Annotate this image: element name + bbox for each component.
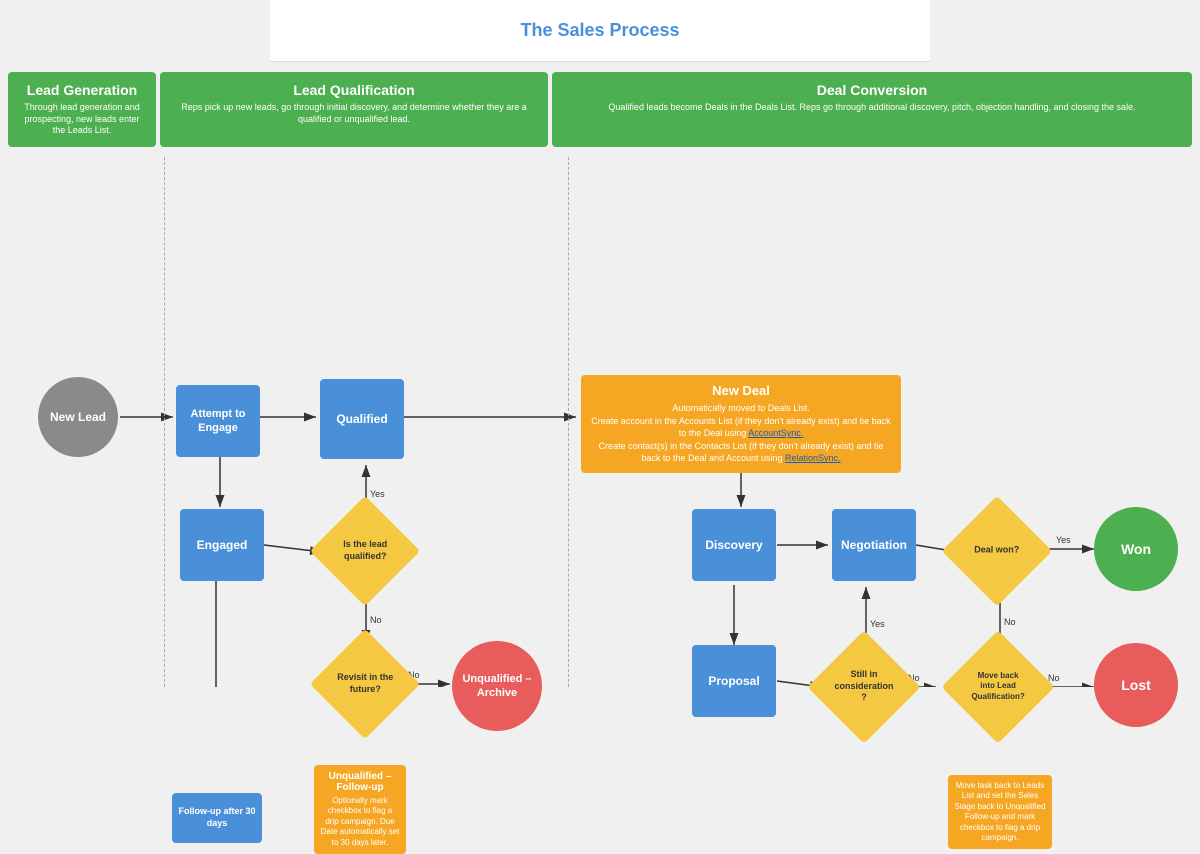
qualified-node: Qualified (320, 379, 404, 459)
new-deal-desc: Automatically moved to Deals List. Creat… (589, 402, 893, 465)
unqualified-followup-node: Unqualified – Follow-up Optionally mark … (314, 765, 406, 854)
move-back-diamond-node: Move backinto LeadQualification? (941, 630, 1054, 743)
phase-lead-gen-desc: Through lead generation and prospecting,… (20, 102, 144, 137)
svg-text:No: No (1004, 617, 1016, 627)
engaged-node: Engaged (180, 509, 264, 581)
svg-text:Yes: Yes (870, 619, 885, 629)
svg-text:Yes: Yes (1056, 535, 1071, 545)
new-lead-label: New Lead (50, 410, 106, 424)
phase-lead-qual-title: Lead Qualification (172, 82, 536, 98)
phase-sep-2 (568, 157, 569, 687)
qualified-diamond-node: Is the leadqualified? (310, 496, 420, 606)
new-lead-node: New Lead (38, 377, 118, 457)
revisit-label: Revisit in thefuture? (337, 672, 393, 695)
negotiation-node: Negotiation (832, 509, 916, 581)
negotiation-label: Negotiation (841, 538, 907, 552)
unqualified-followup-title: Unqualified – Follow-up (320, 771, 400, 793)
qualified-label: Qualified (336, 412, 387, 426)
proposal-node: Proposal (692, 645, 776, 717)
lost-node: Lost (1094, 643, 1178, 727)
new-deal-box: New Deal Automatically moved to Deals Li… (581, 375, 901, 473)
lost-label: Lost (1121, 677, 1151, 693)
attempt-engage-node: Attempt toEngage (176, 385, 260, 457)
consideration-label: Still inconsideration? (834, 670, 893, 705)
unqualified-followup-desc: Optionally mark checkbox to flag a drip … (320, 796, 400, 848)
svg-text:No: No (370, 615, 382, 625)
page-wrapper: The Sales Process Lead Generation Throug… (0, 0, 1200, 717)
revisit-diamond-node: Revisit in thefuture? (310, 629, 420, 739)
deal-won-label: Deal won? (974, 545, 1019, 557)
proposal-label: Proposal (708, 674, 759, 688)
phase-deal-conv-title: Deal Conversion (564, 82, 1180, 98)
unqualified-archive-node: Unqualified –Archive (452, 641, 542, 731)
phase-lead-qual: Lead Qualification Reps pick up new lead… (160, 72, 548, 147)
engaged-label: Engaged (197, 538, 248, 552)
flow-area: Yes No Yes No No Yes (8, 157, 1192, 687)
phase-headers: Lead Generation Through lead generation … (8, 72, 1192, 147)
new-deal-title: New Deal (589, 383, 893, 398)
move-back-label: Move backinto LeadQualification? (971, 671, 1024, 702)
move-task-back-label: Move task back to Leads List and set the… (954, 781, 1045, 842)
phase-deal-conv-desc: Qualified leads become Deals in the Deal… (564, 102, 1180, 114)
attempt-engage-label: Attempt toEngage (191, 407, 246, 436)
phase-lead-gen: Lead Generation Through lead generation … (8, 72, 156, 147)
title-area: The Sales Process (270, 0, 930, 62)
phase-lead-qual-desc: Reps pick up new leads, go through initi… (172, 102, 536, 125)
deal-won-diamond-node: Deal won? (942, 496, 1052, 606)
svg-text:Yes: Yes (370, 489, 385, 499)
phase-lead-gen-title: Lead Generation (20, 82, 144, 98)
discovery-node: Discovery (692, 509, 776, 581)
page-title: The Sales Process (290, 20, 910, 41)
unqualified-archive-label: Unqualified –Archive (462, 672, 531, 701)
move-task-back-node: Move task back to Leads List and set the… (948, 775, 1052, 849)
qualified-diamond-label: Is the leadqualified? (343, 539, 387, 562)
phase-deal-conv: Deal Conversion Qualified leads become D… (552, 72, 1192, 147)
consideration-diamond-node: Still inconsideration? (807, 630, 920, 743)
won-node: Won (1094, 507, 1178, 591)
phase-sep-1 (164, 157, 165, 687)
discovery-label: Discovery (705, 538, 762, 552)
won-label: Won (1121, 541, 1151, 557)
followup-30-label: Follow-up after 30 days (172, 806, 262, 829)
followup-30-node: Follow-up after 30 days (172, 793, 262, 843)
